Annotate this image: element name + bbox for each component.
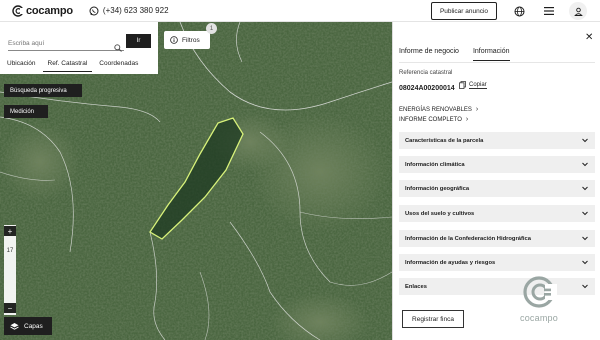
chevron-right-icon: › xyxy=(465,116,469,123)
section-confederacion[interactable]: Información de la Confederación Hidrográ… xyxy=(399,230,595,247)
menu-icon[interactable] xyxy=(542,4,556,18)
section-title: Información geográfica xyxy=(405,185,470,192)
user-icon xyxy=(573,7,583,16)
publish-listing-button[interactable]: Publicar anuncio xyxy=(431,2,497,20)
watermark-logo: cocampo xyxy=(517,274,561,323)
section-title: Información de ayudas y riesgos xyxy=(405,259,496,266)
search-icon[interactable] xyxy=(114,39,122,57)
section-usos-suelo[interactable]: Usos del suelo y cultivos xyxy=(399,205,595,222)
tab-ref-catastral[interactable]: Ref. Catastral xyxy=(42,58,93,72)
phone-number: (+34) 623 380 922 xyxy=(102,6,169,15)
chevron-down-icon xyxy=(582,162,588,167)
zoom-in-button[interactable]: + xyxy=(4,226,16,236)
tab-informacion[interactable]: Información xyxy=(472,48,510,61)
layers-icon xyxy=(10,322,19,331)
close-icon[interactable]: ✕ xyxy=(585,32,593,43)
tab-ubicacion[interactable]: Ubicación xyxy=(2,58,41,72)
tabs-divider xyxy=(399,62,595,63)
copy-label: Copiar xyxy=(469,81,487,89)
copy-button[interactable]: Copiar xyxy=(459,81,487,89)
section-title: Información climática xyxy=(405,161,465,168)
section-title: Enlaces xyxy=(405,283,427,290)
section-geografica[interactable]: Información geográfica xyxy=(399,180,595,197)
section-enlaces[interactable]: Enlaces xyxy=(399,278,595,295)
chevron-down-icon xyxy=(582,260,588,265)
zoom-out-button[interactable]: − xyxy=(4,303,16,313)
section-title: Información de la Confederación Hidrográ… xyxy=(405,235,531,242)
layers-button[interactable]: Capas xyxy=(4,317,52,335)
chevron-right-icon: › xyxy=(475,106,479,113)
search-panel: Ir Ubicación Ref. Catastral Coordenadas xyxy=(0,22,158,74)
cadastral-ref-value: 08024A00200014 xyxy=(399,85,455,92)
whatsapp-icon xyxy=(89,6,99,16)
info-panel: ✕ Informe de negocio Información Referen… xyxy=(392,22,600,340)
register-property-button[interactable]: Registrar finca xyxy=(402,310,464,328)
renewable-energy-link[interactable]: ENERGÍAS RENOVABLES › xyxy=(399,106,478,113)
section-climatica[interactable]: Información climática xyxy=(399,156,595,173)
chevron-down-icon xyxy=(582,211,588,216)
renewable-energy-label: ENERGÍAS RENOVABLES xyxy=(399,106,472,113)
section-title: Usos del suelo y cultivos xyxy=(405,210,475,217)
zoom-level: 17 xyxy=(6,248,14,254)
cadastral-ref-label: Referencia catastral xyxy=(399,70,453,76)
copy-icon xyxy=(459,81,466,89)
search-go-button[interactable]: Ir xyxy=(126,34,151,48)
search-input[interactable] xyxy=(8,37,124,51)
section-caracteristicas[interactable]: Características de la parcela xyxy=(399,132,595,149)
cocampo-logo-icon xyxy=(523,276,557,308)
chevron-down-icon xyxy=(582,236,588,241)
zoom-control: + 17 − xyxy=(4,225,16,315)
filters-button[interactable]: Filtros xyxy=(164,31,210,49)
section-title: Características de la parcela xyxy=(405,137,484,144)
panel-tabs: Informe de negocio Información xyxy=(399,48,524,61)
full-report-label: INFORME COMPLETO xyxy=(399,116,462,123)
full-report-link[interactable]: INFORME COMPLETO › xyxy=(399,116,468,123)
search-mode-tabs: Ubicación Ref. Catastral Coordenadas xyxy=(0,58,158,72)
filters-label: Filtros xyxy=(182,36,200,44)
tab-coordenadas[interactable]: Coordenadas xyxy=(94,58,143,72)
watermark-text: cocampo xyxy=(520,313,558,323)
user-avatar[interactable] xyxy=(569,2,587,20)
top-bar: cocampo (+34) 623 380 922 Publicar anunc… xyxy=(0,0,600,22)
info-icon xyxy=(170,36,178,44)
brand-name: cocampo xyxy=(26,4,73,17)
chevron-down-icon xyxy=(582,284,588,289)
section-ayudas-riesgos[interactable]: Información de ayudas y riesgos xyxy=(399,254,595,271)
brand-logo[interactable]: cocampo xyxy=(12,5,73,17)
measure-button[interactable]: Medición xyxy=(4,105,48,118)
tab-informe-negocio[interactable]: Informe de negocio xyxy=(399,48,459,61)
progressive-search-button[interactable]: Búsqueda progresiva xyxy=(4,84,82,97)
filters-count-badge: 1 xyxy=(206,23,217,34)
chevron-down-icon xyxy=(582,186,588,191)
chevron-down-icon xyxy=(582,138,588,143)
globe-icon[interactable] xyxy=(512,4,526,18)
cocampo-logo-icon xyxy=(12,4,24,17)
contact-phone[interactable]: (+34) 623 380 922 xyxy=(89,6,169,16)
layers-label: Capas xyxy=(24,322,43,330)
